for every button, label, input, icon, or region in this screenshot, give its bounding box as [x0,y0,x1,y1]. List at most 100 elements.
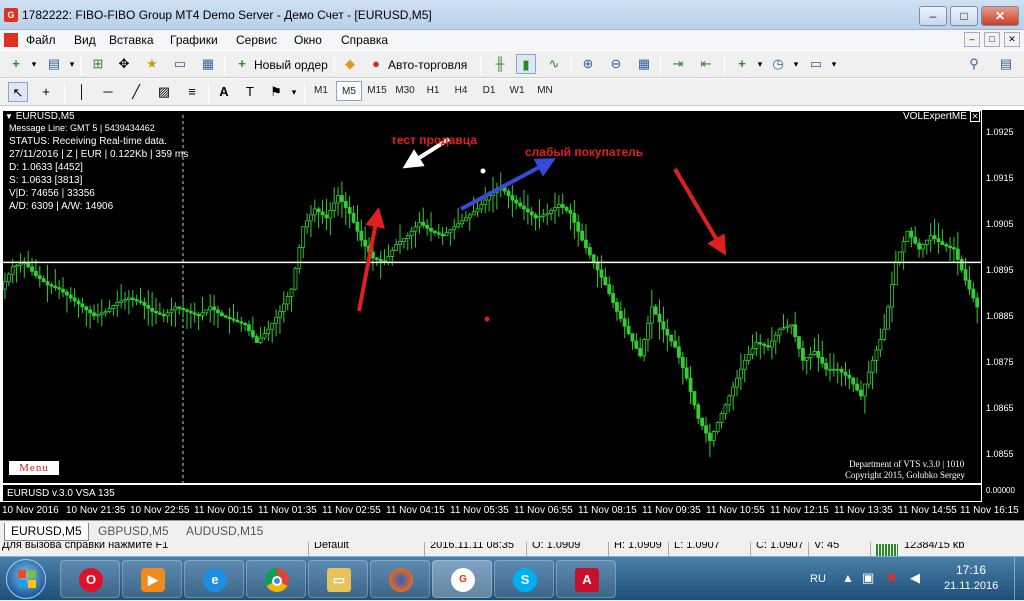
menu-file[interactable]: Файл [26,33,56,47]
mdi-close-button[interactable]: ✕ [1004,32,1020,47]
line-chart-icon[interactable]: ∿ [544,54,564,74]
candle-body [866,371,871,385]
indicators-icon[interactable]: + [732,54,752,74]
candlestick-icon[interactable]: ▮ [516,54,536,74]
taskbar-explorer[interactable]: ▭ [308,560,368,598]
bar-chart-icon[interactable]: ╫ [490,54,510,74]
network-icon[interactable]: ✖ [886,570,897,586]
tab-audusd-m15[interactable]: AUDUSD,M15 [180,523,269,541]
taskbar-fibo[interactable]: G [432,560,492,598]
menu-charts[interactable]: Графики [170,33,218,47]
tab-eurusd-m5[interactable]: EURUSD,M5 [4,523,89,541]
dropdown-arrow-icon[interactable]: ▾ [750,54,770,74]
taskbar-skype[interactable]: S [494,560,554,598]
text-icon[interactable]: A [214,82,234,102]
menu-view[interactable]: Вид [74,33,96,47]
tf-m1[interactable]: M1 [308,81,334,101]
close-button[interactable]: ✕ [981,6,1019,26]
new-order-button[interactable]: Новый ордер [254,58,328,72]
data-window-icon[interactable]: ✥ [114,54,134,74]
chat-icon[interactable]: ▤ [996,54,1016,74]
trendline-icon[interactable]: ╱ [126,82,146,102]
market-watch-icon[interactable]: ⊞ [88,54,108,74]
taskbar-ie[interactable]: e [184,560,244,598]
price-axis[interactable]: 1.0925 1.0915 1.0905 1.0895 1.0885 1.087… [982,110,1024,502]
profiles-icon[interactable]: ▤ [44,54,64,74]
language-indicator[interactable]: RU [810,573,826,585]
dropdown-arrow-icon[interactable]: ▾ [786,54,806,74]
navigator-icon[interactable]: ★ [142,54,162,74]
tab-gbpusd-m5[interactable]: GBPUSD,M5 [92,523,175,541]
tf-mn[interactable]: MN [532,81,558,101]
taskbar-firefox[interactable] [370,560,430,598]
close-indicator-icon[interactable]: ✕ [969,111,981,122]
tf-m5[interactable]: M5 [336,81,362,101]
show-hidden-icons-icon[interactable]: ▲ [842,571,854,585]
candle-body [510,195,515,201]
dropdown-arrow-icon[interactable]: ▾ [62,54,82,74]
candle-body [320,211,325,216]
periods-icon[interactable]: ◷ [768,54,788,74]
search-icon[interactable]: ⚲ [964,54,984,74]
menu-window[interactable]: Окно [294,33,322,47]
terminal-icon[interactable]: ▭ [170,54,190,74]
time-axis[interactable]: 10 Nov 2016 10 Nov 21:35 10 Nov 22:55 11… [0,502,1024,520]
tf-w1[interactable]: W1 [504,81,530,101]
templates-icon[interactable]: ▭ [806,54,826,74]
tf-d1[interactable]: D1 [476,81,502,101]
tile-windows-icon[interactable]: ▦ [634,54,654,74]
maximize-button[interactable]: □ [950,6,978,26]
mdi-minimize-button[interactable]: – [964,32,980,47]
tf-m15[interactable]: M15 [364,81,390,101]
candle-body [142,302,147,306]
start-button[interactable] [6,559,46,599]
taskbar-media-player[interactable]: ▶ [122,560,182,598]
text-label-icon[interactable]: T [240,82,260,102]
auto-scroll-icon[interactable]: ⇥ [668,54,688,74]
vertical-line-icon[interactable]: │ [72,82,92,102]
meta-editor-icon[interactable]: ◆ [340,54,360,74]
candle-body [68,294,73,299]
menu-insert[interactable]: Вставка [109,33,154,47]
menu-tools[interactable]: Сервис [236,33,277,47]
new-chart-icon[interactable]: + [6,54,26,74]
horizontal-line-icon[interactable]: ─ [98,82,118,102]
fibonacci-icon[interactable]: ≡ [182,82,202,102]
strategy-tester-icon[interactable]: ▦ [198,54,218,74]
taskbar-pdf[interactable]: A [556,560,616,598]
menu-button[interactable]: Menu [9,461,59,475]
show-desktop-button[interactable] [1014,557,1024,601]
taskbar-opera[interactable]: O [60,560,120,598]
dropdown-arrow-icon[interactable]: ▾ [24,54,44,74]
menu-help[interactable]: Справка [341,33,388,47]
clock-date[interactable]: 21.11.2016 [944,580,998,592]
zoom-in-icon[interactable]: ⊕ [578,54,598,74]
autotrade-icon[interactable]: ● [366,54,386,74]
volume-icon[interactable]: ◀ [910,570,920,586]
autotrade-button[interactable]: Авто-торговля [388,58,467,72]
dropdown-arrow-icon[interactable]: ▾ [824,54,844,74]
y-tick: 1.0875 [986,357,1014,367]
candle-body [901,241,906,253]
candle-body [436,232,441,235]
tf-h4[interactable]: H4 [448,81,474,101]
zoom-out-icon[interactable]: ⊖ [606,54,626,74]
candle-body [921,244,925,250]
minimize-button[interactable]: – [919,6,947,26]
dropdown-arrow-icon[interactable]: ▾ [284,82,304,102]
cursor-icon[interactable]: ↖ [8,82,28,102]
chart-plot-area[interactable]: ▼ EURUSD,M5 VOLExpertME ✕ Message Line: … [2,110,983,484]
tray-app-icon[interactable]: ▣ [862,570,874,586]
candle-body [653,306,658,315]
equidistant-channel-icon[interactable]: ▨ [154,82,174,102]
new-order-icon[interactable]: + [232,54,252,74]
taskbar-chrome[interactable] [246,560,306,598]
mdi-restore-button[interactable]: □ [984,32,1000,47]
tf-m30[interactable]: M30 [392,81,418,101]
tf-h1[interactable]: H1 [420,81,446,101]
clock-time[interactable]: 17:16 [956,563,986,577]
arrows-icon[interactable]: ⚑ [266,82,286,102]
crosshair-icon[interactable]: + [36,82,56,102]
indicator-subwindow[interactable]: EURUSD v.3.0 VSA 135 [2,484,982,502]
chart-shift-icon[interactable]: ⇤ [696,54,716,74]
